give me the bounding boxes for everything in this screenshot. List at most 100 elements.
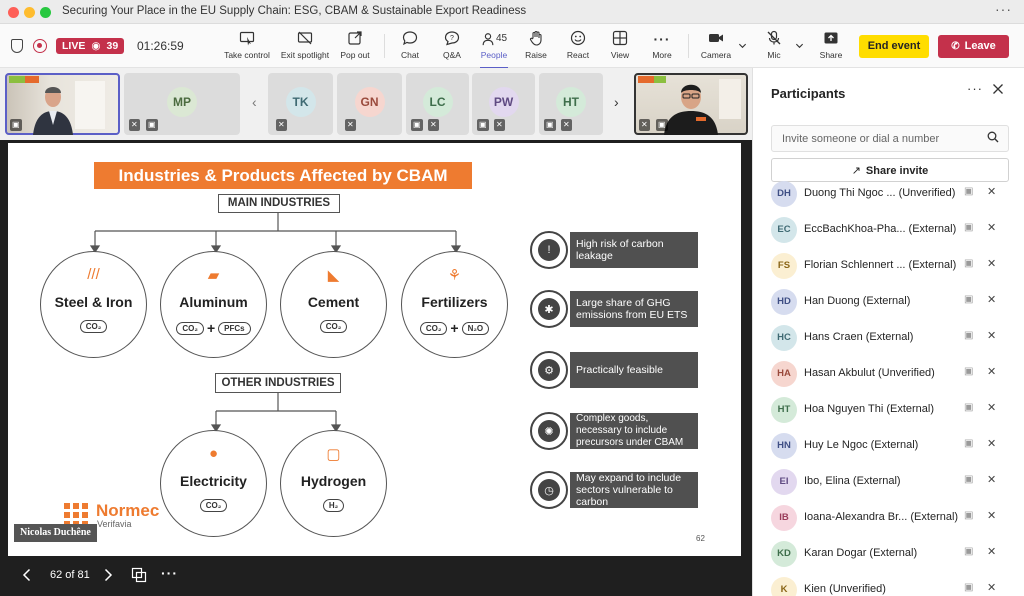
camera-button[interactable]: Camera [700,30,732,64]
close-icon[interactable] [992,82,1004,98]
list-item[interactable]: KD Karan Dogar (External) ▣ ✕ [753,536,1024,572]
participant-tile-gn[interactable]: GN ✕ [337,73,402,135]
mic-off-icon[interactable]: ✕ [987,509,996,522]
take-control-button[interactable]: Take control [222,30,272,64]
close-window-button[interactable] [8,7,19,18]
mic-off-icon[interactable]: ✕ [987,257,996,270]
people-icon: 45 [476,30,512,48]
industry-name: Steel & Iron [54,294,133,310]
phone-hangup-icon: ✆ [951,41,960,52]
pop-out-button[interactable]: Pop out [338,30,372,64]
mic-off-icon[interactable]: ✕ [987,401,996,414]
slide-grid-icon[interactable] [131,567,147,588]
more-label: More [652,50,672,60]
end-event-button[interactable]: End event [859,35,929,58]
participant-name: Huy Le Ngoc (External) [804,439,919,451]
eye-icon: ◉ [91,40,101,52]
list-item[interactable]: FS Florian Schlennert ... (External) ▣ ✕ [753,248,1024,284]
camera-off-icon: ▣ [964,186,974,197]
mic-off-icon[interactable]: ✕ [987,329,996,342]
mic-off-icon[interactable]: ✕ [987,473,996,486]
leave-button[interactable]: ✆ Leave [938,35,1009,58]
share-button[interactable]: Share [816,30,846,64]
participant-tile-ht[interactable]: HT ▣ ✕ [539,73,603,135]
mic-off-icon[interactable]: ✕ [987,185,996,198]
view-button[interactable]: View [606,30,634,64]
participant-tile-lc[interactable]: LC ▣ ✕ [406,73,469,135]
camera-off-icon: ▣ [964,366,974,377]
list-item[interactable]: DH Duong Thi Ngoc ... (Unverified) ▣ ✕ [753,176,1024,212]
window-more-icon[interactable]: ··· [995,1,1012,17]
prev-slide-chevron-icon[interactable] [22,568,32,587]
next-slide-chevron-icon[interactable] [103,568,113,587]
clock-icon: ◷ [530,471,568,509]
list-item[interactable]: IB Ioana-Alexandra Br... (External) ▣ ✕ [753,500,1024,536]
participant-name: Karan Dogar (External) [804,547,918,559]
mic-off-icon[interactable]: ✕ [987,221,996,234]
search-icon[interactable] [987,131,999,146]
list-item[interactable]: HC Hans Craen (External) ▣ ✕ [753,320,1024,356]
strip-next-chevron-icon[interactable]: › [614,94,619,110]
warning-icon: ! [530,231,568,269]
minimize-window-button[interactable] [24,7,35,18]
list-item[interactable]: HD Han Duong (External) ▣ ✕ [753,284,1024,320]
mic-button[interactable]: Mic [760,30,788,64]
industry-name: Hydrogen [300,473,367,489]
camera-options-chevron-icon[interactable] [738,41,747,52]
participant-tile-mp[interactable]: MP ✕ ▣ [124,73,240,135]
video-tile-presenter[interactable]: ▣ [5,73,120,135]
qa-icon: ? [438,30,466,48]
participant-name: Han Duong (External) [804,295,911,307]
camera-off-icon: ▣ [964,546,974,557]
chat-icon [396,30,424,48]
criterion-expand-sectors: ◷ May expand to include sectors vulnerab… [530,471,698,509]
participant-avatar: TK [285,87,316,117]
participants-panel: Participants ··· Invite someone or dial … [752,68,1024,596]
mic-off-icon[interactable]: ✕ [987,437,996,450]
exit-spotlight-label: Exit spotlight [280,50,330,60]
mic-off-icon[interactable]: ✕ [987,545,996,558]
slide-page-number: 62 [696,534,705,543]
exit-spotlight-button[interactable]: Exit spotlight [278,30,332,64]
list-item[interactable]: K Kien (Unverified) ▣ ✕ [753,572,1024,596]
recording-icon[interactable] [33,39,47,53]
more-button[interactable]: ··· More [648,30,676,64]
list-item[interactable]: EC EccBachKhoa-Pha... (External) ▣ ✕ [753,212,1024,248]
camera-label: Camera [700,50,732,60]
lightbulb-icon: ● [208,445,219,462]
participants-more-icon[interactable]: ··· [967,81,983,96]
participant-avatar: HT [771,397,797,423]
participant-tile-pw[interactable]: PW ▣ ✕ [472,73,535,135]
industry-name: Fertilizers [421,294,488,310]
list-item[interactable]: EI Ibo, Elina (External) ▣ ✕ [753,464,1024,500]
svg-text:?: ? [450,35,454,42]
live-badge[interactable]: LIVE ◉ 39 [56,38,125,54]
qa-button[interactable]: ? Q&A [438,30,466,64]
list-item[interactable]: HA Hasan Akbulut (Unverified) ▣ ✕ [753,356,1024,392]
share-icon [816,30,846,48]
camera-off-icon: ▣ [964,330,974,341]
participant-tile-tk[interactable]: TK ✕ [268,73,333,135]
criterion-carbon-leakage: ! High risk of carbon leakage [530,231,698,269]
strip-prev-chevron-icon[interactable]: ‹ [252,94,257,110]
zoom-window-button[interactable] [40,7,51,18]
mic-off-icon[interactable]: ✕ [987,293,996,306]
toolbar-divider [384,34,385,58]
video-tile-speaker[interactable]: ✕ ▣ [634,73,748,135]
cloud-icon: CO₂ [79,320,108,333]
list-item[interactable]: HN Huy Le Ngoc (External) ▣ ✕ [753,428,1024,464]
slide-more-icon[interactable]: ··· [161,565,178,581]
people-button[interactable]: 45 People [476,30,512,69]
cloud-icon: CO₂ [199,499,228,512]
industry-cement: ◣ Cement CO₂ [280,251,387,358]
shield-icon[interactable] [11,39,23,53]
mic-options-chevron-icon[interactable] [795,41,804,52]
mic-off-icon[interactable]: ✕ [987,365,996,378]
invite-search-input[interactable]: Invite someone or dial a number [771,125,1009,152]
react-button[interactable]: React [564,30,592,64]
cloud-icon: PFCs [218,321,251,335]
chat-button[interactable]: Chat [396,30,424,64]
list-item[interactable]: HT Hoa Nguyen Thi (External) ▣ ✕ [753,392,1024,428]
raise-hand-button[interactable]: Raise [522,30,550,64]
mic-off-icon[interactable]: ✕ [987,581,996,594]
